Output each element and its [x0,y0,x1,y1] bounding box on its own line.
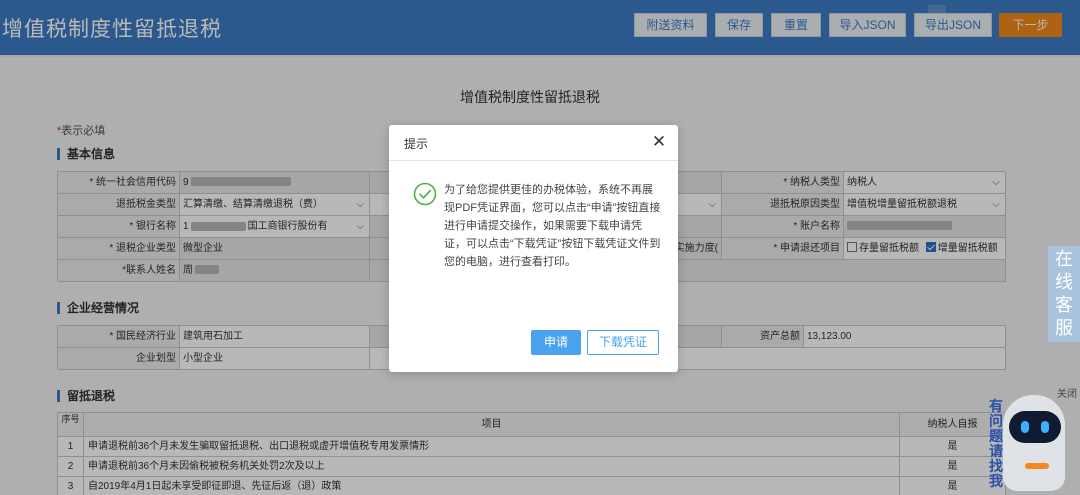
robot-eye-icon [1021,421,1029,433]
dialog-header: 提示 ✕ [389,125,678,161]
online-service-tab[interactable]: 在 线 客 服 [1048,246,1080,342]
apply-button[interactable]: 申请 [531,330,581,355]
tip-dialog: 提示 ✕ 为了给您提供更佳的办税体验，系统不再展现PDF凭证界面，您可以点击“申… [389,125,678,372]
dialog-title: 提示 [404,137,429,151]
robot-eye-icon [1041,421,1049,433]
robot-label: 有 问 题 请 找 我 [989,398,1003,489]
robot-face [1009,411,1061,443]
robot-band [1025,463,1049,469]
assistant-robot[interactable]: 有 问 题 请 找 我 [985,393,1080,495]
robot-body [1003,395,1065,491]
close-icon[interactable]: ✕ [651,133,667,151]
download-voucher-button[interactable]: 下载凭证 [587,330,659,355]
dialog-message: 为了给您提供更佳的办税体验，系统不再展现PDF凭证界面，您可以点击“申请”按钮直… [444,184,661,268]
check-circle-icon [413,182,437,206]
